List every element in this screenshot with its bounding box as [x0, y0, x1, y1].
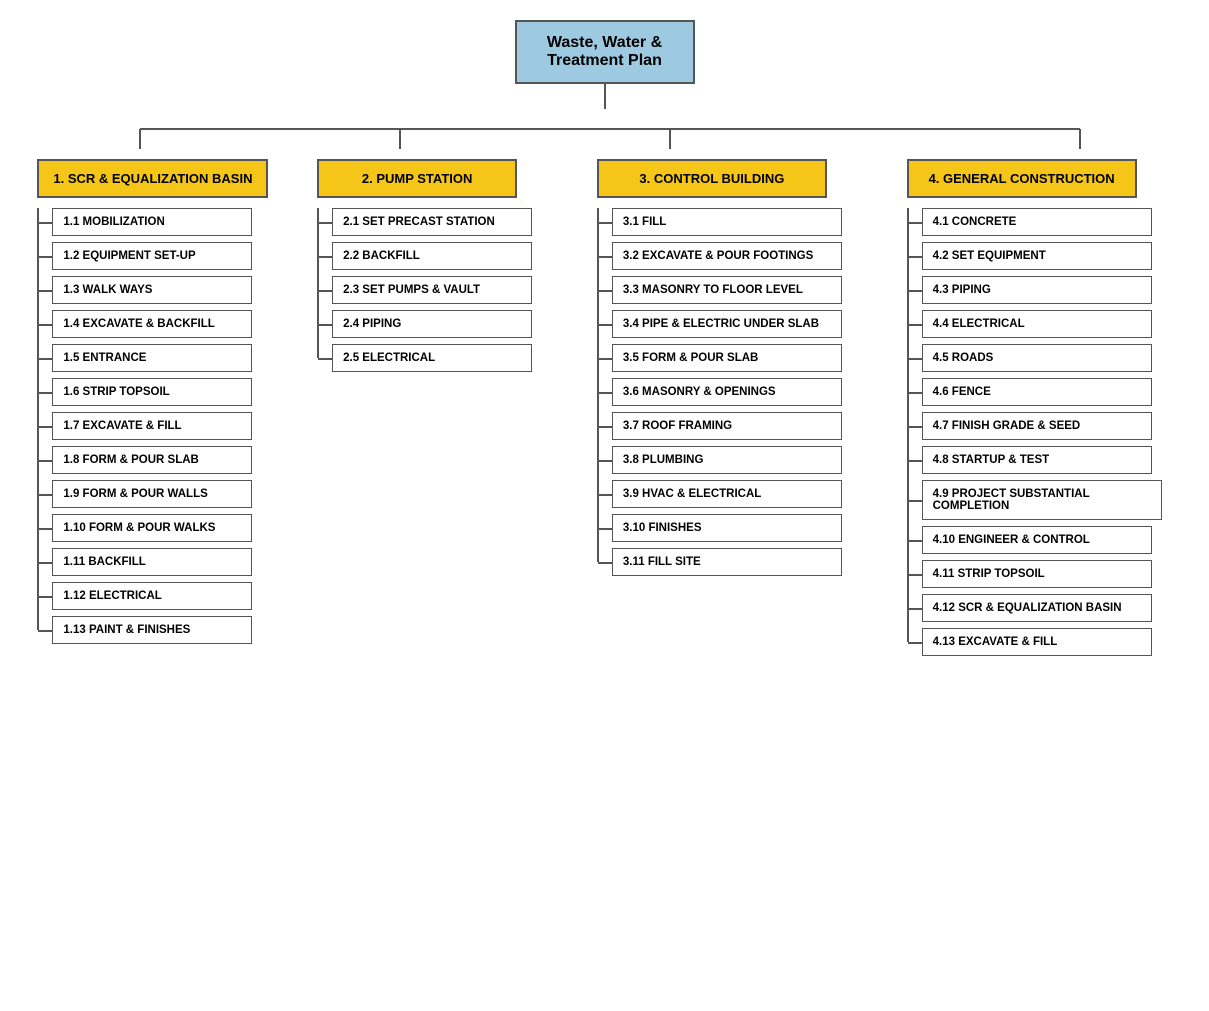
list-item: 4.3 PIPING [922, 276, 1152, 304]
list-item: 4.8 STARTUP & TEST [922, 446, 1152, 474]
list-item: 1.12 ELECTRICAL [52, 582, 252, 610]
category-header-1: 1. SCR & EQUALIZATION BASIN [37, 159, 268, 198]
column-4: 4. GENERAL CONSTRUCTION 4.1 CONCRETE 4.2… [907, 149, 1172, 662]
list-item: 2.3 SET PUMPS & VAULT [332, 276, 532, 304]
list-item: 3.2 EXCAVATE & POUR FOOTINGS [612, 242, 842, 270]
list-item: 4.4 ELECTRICAL [922, 310, 1152, 338]
list-item: 1.2 EQUIPMENT SET-UP [52, 242, 252, 270]
list-item: 1.6 STRIP TOPSOIL [52, 378, 252, 406]
list-item: 4.11 STRIP TOPSOIL [922, 560, 1152, 588]
list-item: 3.4 PIPE & ELECTRIC UNDER SLAB [612, 310, 842, 338]
list-item: 1.7 EXCAVATE & FILL [52, 412, 252, 440]
list-item: 4.7 FINISH GRADE & SEED [922, 412, 1152, 440]
category-header-4: 4. GENERAL CONSTRUCTION [907, 159, 1137, 198]
list-item: 1.10 FORM & POUR WALKS [52, 514, 252, 542]
category-header-2: 2. PUMP STATION [317, 159, 517, 198]
list-item: 4.13 EXCAVATE & FILL [922, 628, 1152, 656]
diagram-container: Waste, Water & Treatment Plan [0, 0, 1209, 682]
list-item: 1.1 MOBILIZATION [52, 208, 252, 236]
list-item: 2.5 ELECTRICAL [332, 344, 532, 372]
list-item: 2.4 PIPING [332, 310, 532, 338]
column-3-items: 3.1 FILL 3.2 EXCAVATE & POUR FOOTINGS 3.… [597, 208, 842, 582]
column-4-items: 4.1 CONCRETE 4.2 SET EQUIPMENT 4.3 PIPIN… [907, 208, 1162, 662]
column-2-items: 2.1 SET PRECAST STATION 2.2 BACKFILL 2.3… [317, 208, 532, 378]
list-item: 1.8 FORM & POUR SLAB [52, 446, 252, 474]
root-node: Waste, Water & Treatment Plan [515, 20, 695, 84]
list-item: 3.5 FORM & POUR SLAB [612, 344, 842, 372]
list-item: 4.10 ENGINEER & CONTROL [922, 526, 1152, 554]
cat2-label: 2. PUMP STATION [362, 171, 473, 186]
list-item: 4.1 CONCRETE [922, 208, 1152, 236]
list-item: 2.2 BACKFILL [332, 242, 532, 270]
list-item: 1.11 BACKFILL [52, 548, 252, 576]
list-item: 3.6 MASONRY & OPENINGS [612, 378, 842, 406]
root-title-line1: Waste, Water & [547, 34, 662, 51]
list-item: 3.7 ROOF FRAMING [612, 412, 842, 440]
column-1-items: 1.1 MOBILIZATION 1.2 EQUIPMENT SET-UP 1.… [37, 208, 252, 650]
list-item: 3.3 MASONRY TO FLOOR LEVEL [612, 276, 842, 304]
list-item: 4.9 PROJECT SUBSTANTIAL COMPLETION [922, 480, 1162, 520]
list-item: 4.12 SCR & EQUALIZATION BASIN [922, 594, 1152, 622]
list-item: 1.4 EXCAVATE & BACKFILL [52, 310, 252, 338]
column-1: 1. SCR & EQUALIZATION BASIN 1.1 MOBILIZA… [37, 149, 272, 650]
list-item: 4.5 ROADS [922, 344, 1152, 372]
list-item: 3.11 FILL SITE [612, 548, 842, 576]
list-item: 4.6 FENCE [922, 378, 1152, 406]
list-item: 1.9 FORM & POUR WALLS [52, 480, 252, 508]
list-item: 2.1 SET PRECAST STATION [332, 208, 532, 236]
list-item: 1.13 PAINT & FINISHES [52, 616, 252, 644]
root-title-line2: Treatment Plan [547, 52, 662, 69]
column-3: 3. CONTROL BUILDING 3.1 FILL 3.2 EXCAVAT… [597, 149, 862, 582]
list-item: 3.10 FINISHES [612, 514, 842, 542]
cat4-label: 4. GENERAL CONSTRUCTION [929, 171, 1115, 186]
list-item: 1.5 ENTRANCE [52, 344, 252, 372]
column-2: 2. PUMP STATION 2.1 SET PRECAST STATION … [317, 149, 552, 378]
list-item: 4.2 SET EQUIPMENT [922, 242, 1152, 270]
cat1-label: 1. SCR & EQUALIZATION BASIN [53, 171, 252, 186]
list-item: 3.9 HVAC & ELECTRICAL [612, 480, 842, 508]
cat3-label: 3. CONTROL BUILDING [639, 171, 784, 186]
horizontal-connector-svg [10, 109, 1199, 149]
category-header-3: 3. CONTROL BUILDING [597, 159, 827, 198]
list-item: 3.8 PLUMBING [612, 446, 842, 474]
list-item: 3.1 FILL [612, 208, 842, 236]
list-item: 1.3 WALK WAYS [52, 276, 252, 304]
